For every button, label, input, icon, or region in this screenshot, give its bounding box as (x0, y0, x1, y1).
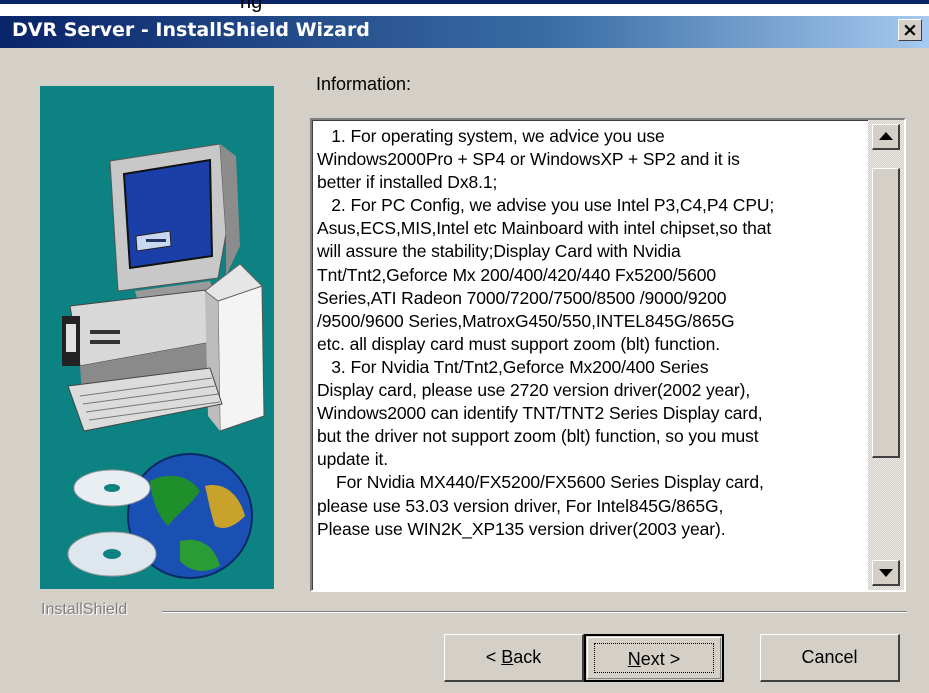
text-line: but the driver not support zoom (blt) fu… (317, 426, 759, 447)
back-button-hotkey: B (501, 647, 514, 667)
next-button[interactable]: Next > (584, 634, 724, 682)
text-line: For Nvidia MX440/FX5200/FX5600 Series Di… (317, 472, 764, 493)
scroll-up-arrow-icon (879, 132, 893, 140)
text-line: Display card, please use 2720 version dr… (317, 380, 751, 401)
background-window-edge (0, 0, 929, 4)
computer-with-globe-and-cds-icon (40, 86, 274, 589)
text-line: Series,ATI Radeon 7000/7200/7500/8500 /9… (317, 287, 727, 308)
back-button-prefix: < (485, 647, 502, 667)
vertical-scrollbar[interactable] (868, 120, 904, 590)
text-line: /9500/9600 Series,MatroxG450/550,INTEL84… (317, 310, 735, 331)
text-line: Windows2000 can identify TNT/TNT2 Series… (317, 403, 763, 424)
next-button-label: ext > (640, 649, 681, 669)
information-label: Information: (316, 74, 412, 94)
scrollbar-thumb[interactable] (872, 168, 900, 458)
scroll-down-button[interactable] (872, 560, 900, 586)
scroll-down-arrow-icon (879, 569, 893, 577)
back-button[interactable]: < Back (444, 634, 584, 682)
cancel-button[interactable]: Cancel (760, 634, 900, 682)
close-icon: × (902, 19, 918, 41)
text-line: Please use WIN2K_XP135 version driver(20… (317, 518, 726, 539)
background-window-strip: ng (0, 0, 929, 16)
text-line: Windows2000Pro + SP4 or WindowsXP + SP2 … (317, 149, 740, 170)
scroll-up-button[interactable] (872, 124, 900, 150)
text-line: Asus,ECS,MIS,Intel etc Mainboard with in… (317, 218, 772, 239)
installshield-brand-label: InstallShield (41, 601, 128, 618)
information-text: 1. For operating system, we advice you u… (317, 125, 868, 541)
text-line: update it. (317, 449, 388, 470)
close-button[interactable]: × (898, 19, 922, 41)
background-window-partial-title: ng (240, 0, 263, 13)
next-button-hotkey: N (627, 649, 641, 669)
information-text-box[interactable]: 1. For operating system, we advice you u… (310, 118, 906, 592)
text-line: 1. For operating system, we advice you u… (317, 126, 665, 146)
text-line: please use 53.03 version driver, For Int… (317, 495, 724, 516)
text-line: 2. For PC Config, we advise you use Inte… (317, 195, 775, 216)
text-line: 3. For Nvidia Tnt/Tnt2,Geforce Mx200/400… (317, 356, 709, 377)
window-title: DVR Server - InstallShield Wizard (12, 19, 370, 41)
back-button-label: ack (513, 647, 542, 667)
footer-divider (162, 611, 907, 613)
text-line: Tnt/Tnt2,Geforce Mx 200/400/420/440 Fx52… (317, 264, 717, 285)
text-line: etc. all display card must support zoom … (317, 333, 721, 354)
title-bar[interactable]: DVR Server - InstallShield Wizard × (0, 16, 929, 48)
cancel-button-label: Cancel (801, 647, 858, 667)
text-line: will assure the stability;Display Card w… (317, 241, 681, 262)
text-line: better if installed Dx8.1; (317, 172, 498, 193)
next-button-focus-rect: Next > (594, 643, 714, 673)
